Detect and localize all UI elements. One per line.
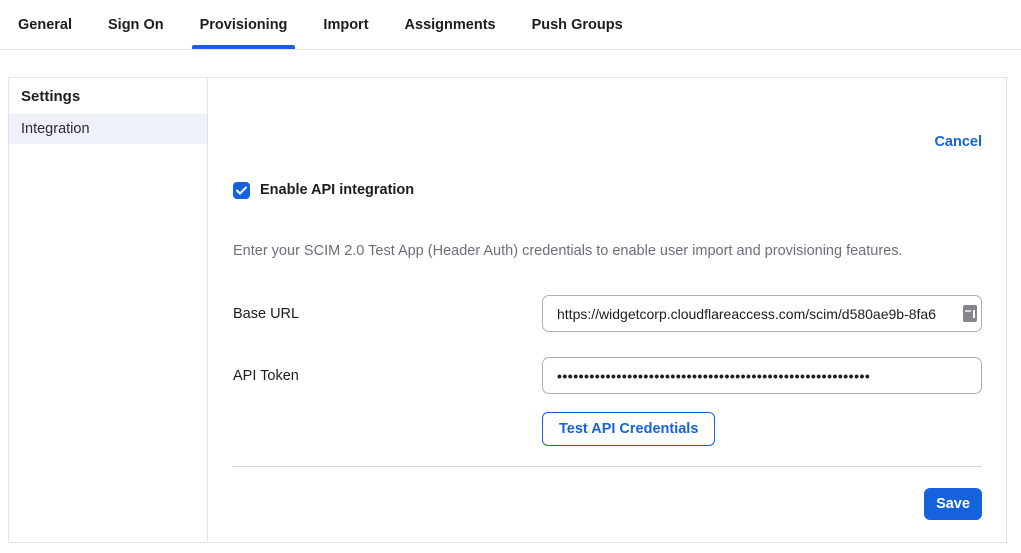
tab-sign-on[interactable]: Sign On [100, 0, 172, 49]
tab-provisioning[interactable]: Provisioning [192, 0, 296, 49]
api-token-field-row: API Token [233, 357, 982, 394]
check-icon [236, 186, 247, 195]
cancel-row: Cancel [233, 134, 982, 151]
credentials-description: Enter your SCIM 2.0 Test App (Header Aut… [233, 243, 982, 259]
api-token-label: API Token [233, 368, 299, 384]
base-url-field-row: Base URL [233, 295, 982, 332]
tab-general[interactable]: General [10, 0, 80, 49]
base-url-input-wrap [542, 295, 982, 332]
tab-assignments[interactable]: Assignments [397, 0, 504, 49]
sidebar-item-integration[interactable]: Integration [9, 114, 207, 144]
enable-api-row: Enable API integration [233, 181, 982, 199]
footer-divider [233, 466, 982, 467]
tab-import[interactable]: Import [315, 0, 376, 49]
i-beam-cursor-icon [963, 305, 977, 322]
enable-api-integration-label: Enable API integration [260, 182, 414, 198]
provisioning-panel: Settings Integration Cancel Enable API i… [8, 77, 1007, 543]
api-token-input[interactable] [542, 357, 982, 394]
test-api-credentials-button[interactable]: Test API Credentials [542, 412, 715, 446]
api-token-input-wrap [542, 357, 982, 394]
app-tab-bar: General Sign On Provisioning Import Assi… [0, 0, 1021, 50]
save-button[interactable]: Save [924, 488, 982, 520]
sidebar-header: Settings [9, 78, 207, 114]
base-url-input[interactable] [542, 295, 982, 332]
base-url-label: Base URL [233, 306, 299, 322]
test-credentials-row-inner: Test API Credentials [542, 412, 982, 446]
enable-api-integration-checkbox[interactable] [233, 182, 250, 199]
test-credentials-row: Test API Credentials [233, 412, 982, 446]
tab-push-groups[interactable]: Push Groups [524, 0, 631, 49]
settings-sidebar: Settings Integration [9, 78, 208, 542]
save-row: Save [233, 488, 982, 520]
integration-content: Cancel Enable API integration Enter your… [208, 78, 1006, 542]
cancel-link[interactable]: Cancel [934, 134, 982, 151]
